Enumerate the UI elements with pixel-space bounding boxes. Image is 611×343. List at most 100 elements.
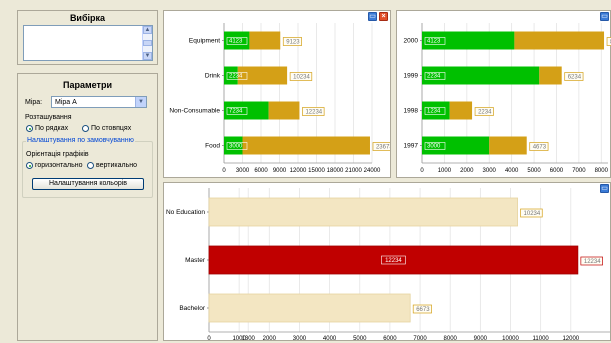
selection-listbox[interactable]: ▲ ▼ <box>23 25 153 61</box>
x-tick-label: 4000 <box>323 336 337 341</box>
radio-horizontal[interactable] <box>26 162 33 169</box>
x-tick-label: 21000 <box>345 168 362 174</box>
category-label: No Education <box>166 209 205 216</box>
x-tick-label: 9000 <box>273 168 287 174</box>
bar-segment-secondary <box>242 136 370 155</box>
x-tick-label: 8000 <box>444 336 458 341</box>
restore-window-icon[interactable]: ▭ <box>368 12 377 21</box>
x-tick-label: 5000 <box>527 168 541 174</box>
x-tick-label: 1000 <box>438 168 452 174</box>
x-tick-label: 6000 <box>254 168 268 174</box>
bar-value-label: 6673 <box>416 307 430 313</box>
radio-vertical-label[interactable]: вертикально <box>96 162 137 169</box>
x-tick-label: 12000 <box>290 168 307 174</box>
restore-window-icon[interactable]: ▭ <box>600 12 609 21</box>
measure-select-value: Міра А <box>55 99 77 106</box>
x-tick-label: 7000 <box>572 168 586 174</box>
inner-value-label: 12234 <box>385 258 402 264</box>
bar-segment-secondary <box>449 101 473 120</box>
category-label: Food <box>205 143 220 150</box>
restore-window-icon[interactable]: ▭ <box>600 184 609 193</box>
color-settings-button[interactable]: Налаштування кольорів <box>32 178 144 190</box>
bar-value-label: 10234 <box>524 211 541 217</box>
x-tick-label: 9000 <box>474 336 488 341</box>
total-value-label: 10234 <box>293 75 310 81</box>
category-label: 1999 <box>404 73 419 80</box>
x-tick-label: 5000 <box>353 336 367 341</box>
radio-by-columns[interactable] <box>82 125 89 132</box>
layout-label: Розташування <box>25 114 72 121</box>
scroll-up-icon[interactable]: ▲ <box>143 26 152 34</box>
segment-value-label: 4123 <box>229 39 243 45</box>
total-value-label: 12234 <box>305 110 322 116</box>
x-tick-label: 11000 <box>533 336 550 341</box>
radio-horizontal-label[interactable]: горизонтально <box>35 162 83 169</box>
x-tick-label: 12000 <box>562 336 579 341</box>
x-tick-label: 0 <box>420 168 424 174</box>
parameters-panel-title: Параметри <box>63 80 112 90</box>
scroll-thumb[interactable] <box>143 40 152 46</box>
total-value-label: 4673 <box>533 145 547 151</box>
measure-select[interactable]: Міра А ▼ <box>51 96 147 108</box>
chart-categories: 0 3000 6000 9000 12000 15000 18000 21000 24000 Eq… <box>169 23 396 174</box>
total-value-label: 23673 <box>376 145 390 151</box>
segment-value-label: 2234 <box>229 74 243 80</box>
radio-by-rows-label[interactable]: По рядках <box>35 125 68 132</box>
x-tick-label: 6000 <box>383 336 397 341</box>
category-label: 1997 <box>404 143 419 150</box>
category-label: Non-Consumable <box>169 108 220 115</box>
chart-education: 0 1000 2000 3000 4000 5000 6000 7000 8000 9000 100… <box>166 188 610 342</box>
bar <box>208 293 411 323</box>
category-label: Equipment <box>189 38 220 45</box>
total-value-label: 9123 <box>286 40 300 46</box>
x-tick-label: 8000 <box>595 168 609 174</box>
x-tick-label: 3000 <box>236 168 250 174</box>
chevron-down-icon[interactable]: ▼ <box>135 97 146 107</box>
segment-value-label: 3000 <box>229 144 243 150</box>
close-icon[interactable]: × <box>379 12 388 21</box>
x-tick-label: 3000 <box>483 168 497 174</box>
x-tick-label: 0 <box>207 336 211 341</box>
segment-value-label: 1234 <box>427 109 441 115</box>
x-tick-label: 0 <box>222 168 226 174</box>
segment-value-label: 7234 <box>229 109 243 115</box>
bar-segment-secondary <box>514 31 605 50</box>
x-tick-label: 2000 <box>263 336 277 341</box>
chart-education-frame: 0 1000 2000 3000 4000 5000 6000 7000 8000 9000 100… <box>163 182 611 342</box>
default-settings-title: Налаштування по замовчуванню <box>26 137 135 144</box>
bar-segment-secondary <box>489 136 527 155</box>
x-tick-label: 18000 <box>327 168 344 174</box>
bar-value-label: 12234 <box>584 259 601 265</box>
total-value-label: 6234 <box>568 75 582 81</box>
segment-value-label: 2234 <box>427 74 441 80</box>
x-tick-label: 24000 <box>364 168 381 174</box>
category-label: 2000 <box>404 38 419 45</box>
bar-segment-secondary <box>268 101 300 120</box>
selection-panel: Вибірка ▲ ▼ <box>17 10 158 65</box>
bar-segment-secondary <box>237 66 288 85</box>
segment-value-label: 4123 <box>427 39 441 45</box>
radio-vertical[interactable] <box>87 162 94 169</box>
x-tick-label: 10000 <box>502 336 519 341</box>
segment-value-label: 3000 <box>427 144 441 150</box>
x-tick-label: 2000 <box>460 168 474 174</box>
measure-label: Міра: <box>25 99 43 106</box>
bar-segment-secondary <box>539 66 562 85</box>
radio-by-columns-label[interactable]: По стовпцях <box>91 125 131 132</box>
x-tick-label: 15000 <box>308 168 325 174</box>
selection-scrollbar[interactable]: ▲ ▼ <box>142 26 152 60</box>
x-tick-label: 1300 <box>242 336 256 341</box>
chart-categories-frame: 0 3000 6000 9000 12000 15000 18000 21000 24000 Eq… <box>163 10 396 178</box>
parameters-panel: Параметри Міра: Міра А ▼ Розташування По… <box>17 73 158 341</box>
bar <box>208 197 518 227</box>
orientation-label: Орієнтація графіків <box>26 151 89 158</box>
x-tick-label: 6000 <box>550 168 564 174</box>
x-tick-label: 7000 <box>413 336 427 341</box>
category-label: Master <box>185 257 206 264</box>
category-label: Bachelor <box>179 305 205 312</box>
radio-by-rows[interactable] <box>26 125 33 132</box>
bar-segment-secondary <box>249 31 281 50</box>
selection-panel-title: Вибірка <box>69 13 106 23</box>
scroll-down-icon[interactable]: ▼ <box>143 52 152 60</box>
chart-years: 0 1000 2000 3000 4000 5000 6000 7000 8000 2000 412… <box>404 23 611 174</box>
